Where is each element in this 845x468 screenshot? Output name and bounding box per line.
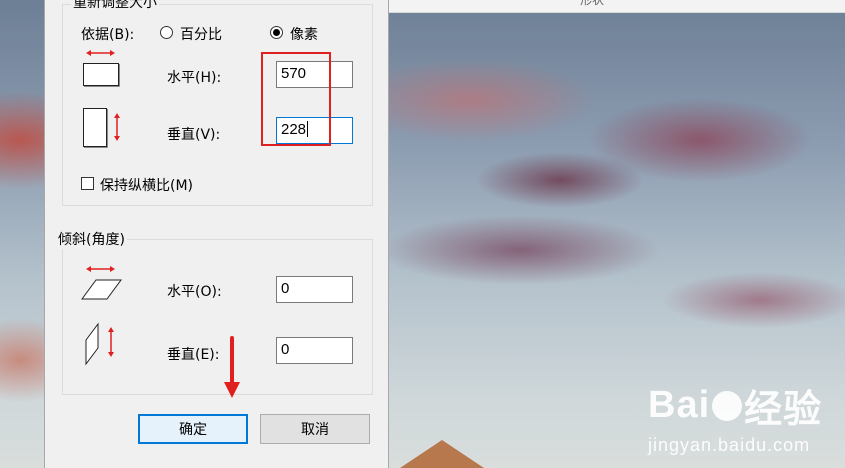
baidu-watermark: Bai 经验 jingyan.baidu.com: [648, 378, 822, 456]
app-top-bar: 形状: [380, 0, 845, 13]
skew-horizontal-input[interactable]: 0: [276, 276, 353, 303]
watermark-logo-left: Bai: [648, 384, 711, 426]
cancel-button-label: 取消: [301, 422, 329, 438]
red-arrow-annotation-icon: [224, 336, 240, 398]
resize-group-title: 重新调整大小: [71, 0, 159, 12]
by-label: 依据(B):: [81, 27, 135, 43]
pyramid-image-fragment: [400, 440, 484, 468]
size-inputs-highlight-box: [261, 52, 331, 146]
skew-vertical-value: 0: [281, 341, 290, 358]
skew-group-title: 倾斜(角度): [56, 229, 127, 249]
resize-skew-dialog: 重新调整大小 依据(B): 百分比 像素 水平(H): 570 垂直(V): 2…: [44, 0, 389, 468]
pixels-radio[interactable]: [270, 26, 283, 39]
ok-button-label: 确定: [179, 422, 207, 438]
vertical-skew-icon: [85, 322, 114, 366]
horizontal-label: 水平(H):: [167, 70, 222, 86]
percent-radio[interactable]: [160, 26, 173, 39]
keep-aspect-checkbox[interactable]: [81, 177, 94, 190]
paw-icon: [712, 390, 743, 421]
skew-group: 倾斜(角度) 水平(O): 0 垂直(E): 0: [56, 229, 373, 395]
skew-horizontal-value: 0: [281, 280, 290, 297]
cancel-button[interactable]: 取消: [260, 414, 370, 444]
top-bar-label: 形状: [580, 0, 605, 7]
pixels-radio-label[interactable]: 像素: [290, 24, 318, 44]
percent-radio-label[interactable]: 百分比: [180, 24, 222, 44]
watermark-url: jingyan.baidu.com: [648, 435, 811, 455]
horizontal-skew-icon: [81, 266, 122, 300]
watermark-logo-right: 经验: [744, 389, 823, 431]
skew-vertical-label: 垂直(E):: [167, 347, 220, 363]
skew-vertical-input[interactable]: 0: [276, 337, 353, 364]
horizontal-resize-icon: [83, 50, 120, 87]
ok-button[interactable]: 确定: [138, 414, 248, 444]
vertical-resize-icon: [83, 108, 120, 148]
vertical-label: 垂直(V):: [167, 127, 221, 143]
skew-horizontal-label: 水平(O):: [167, 284, 222, 300]
keep-aspect-label[interactable]: 保持纵横比(M): [100, 175, 193, 195]
